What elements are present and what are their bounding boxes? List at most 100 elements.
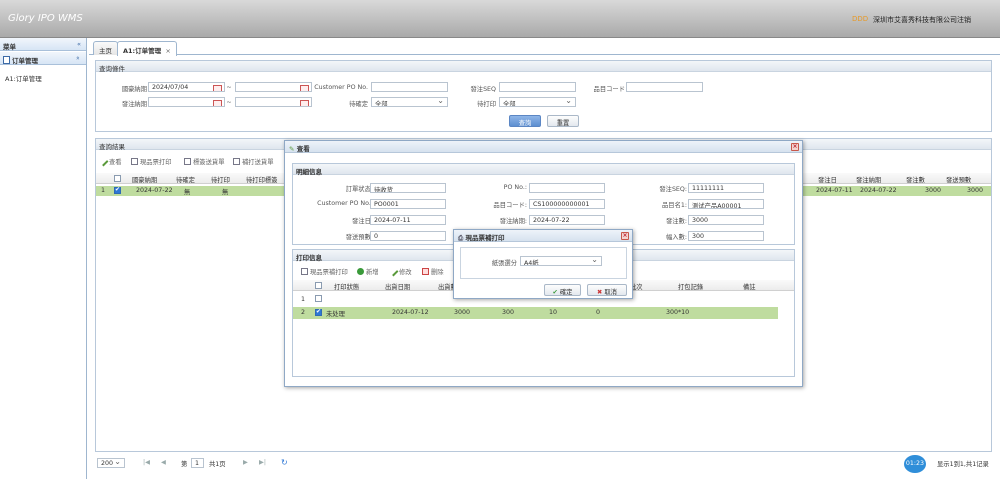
paper-label: 紙張選分 xyxy=(491,260,517,267)
po-no-field[interactable] xyxy=(529,183,605,193)
toolbar-label: 删除 xyxy=(431,269,444,276)
column-header[interactable]: 打印狀態 xyxy=(334,282,359,291)
column-header[interactable]: 發送預數 xyxy=(946,175,971,184)
close-icon[interactable]: × xyxy=(791,143,799,151)
box-qty-field[interactable]: 300 xyxy=(688,231,764,241)
print-tag-button[interactable]: 現品票打印 xyxy=(131,157,171,166)
customer-po-input[interactable] xyxy=(371,82,448,92)
cell-confirm: 無 xyxy=(184,189,191,196)
prev-page-icon[interactable]: ◀ xyxy=(161,459,166,466)
ok-label: 確定 xyxy=(559,289,573,296)
toolbar-label: 標簽送貨單 xyxy=(193,159,225,166)
sidebar: 菜单 « 订单管理 « A1:订单管理 xyxy=(0,38,87,479)
next-page-icon[interactable]: ▶ xyxy=(243,459,248,466)
column-header[interactable]: 國豪納期 xyxy=(132,175,157,184)
select-all-checkbox[interactable] xyxy=(315,282,322,289)
item-code-field[interactable]: CS100000000001 xyxy=(529,199,605,209)
sidebar-header: 菜单 « xyxy=(0,38,86,51)
seq-field[interactable]: 11111111 xyxy=(688,183,764,193)
reset-button[interactable]: 重置 xyxy=(547,115,579,127)
sidebar-group-orders[interactable]: 订单管理 « xyxy=(0,52,86,65)
row-checkbox[interactable] xyxy=(114,186,121,194)
column-header[interactable]: 發注數 xyxy=(906,175,925,184)
item-name-field[interactable]: 测试产品A00001 xyxy=(688,199,764,209)
quantity-field[interactable]: 3000 xyxy=(688,215,764,225)
ship-date-label: 發注納期: xyxy=(499,218,527,225)
order-date-field[interactable]: 2024-07-11 xyxy=(370,215,446,225)
column-header[interactable]: 待確定 xyxy=(176,175,195,184)
view-dialog-title-bar: ✎ 查看 × xyxy=(285,141,802,153)
logout-link[interactable]: 注销 xyxy=(957,15,971,25)
column-header[interactable]: 打包記錄 xyxy=(678,282,703,291)
record-info: 显示1到1,共1记录 xyxy=(937,461,989,468)
table-row[interactable]: 2 未处理 2024-07-12 3000 300 10 0 300*10 xyxy=(293,307,778,319)
tab-bar: 主页 A1:订单管理 × xyxy=(89,38,1000,56)
ship-date-from-input[interactable] xyxy=(148,97,225,107)
print-dialog-title: 現品票補打印 xyxy=(465,234,505,242)
cancel-icon: ✖ xyxy=(597,289,603,296)
tab-home[interactable]: 主页 xyxy=(93,41,118,55)
tab-order-management[interactable]: A1:订单管理 × xyxy=(117,41,177,56)
order-date-from-input[interactable]: 2024/07/04 xyxy=(148,82,225,92)
column-header[interactable]: 待打印 xyxy=(211,175,230,184)
status-field[interactable]: 待收货 xyxy=(370,183,446,193)
pencil-icon: ✎ xyxy=(289,145,295,153)
pencil-icon xyxy=(98,156,109,167)
column-header[interactable]: 備註 xyxy=(743,282,756,291)
last-page-icon[interactable]: ▶| xyxy=(259,459,266,466)
reprint-tag-button[interactable]: 現品票補打印 xyxy=(301,267,348,276)
seq-label: 發注SEQ: xyxy=(659,186,687,193)
page-number-input[interactable]: 1 xyxy=(191,458,204,468)
trash-icon xyxy=(422,268,429,275)
label-delivery-button[interactable]: 標簽送貨單 xyxy=(184,157,224,166)
status-label: 訂單状态: xyxy=(345,186,373,193)
toolbar-label: 補打送貨單 xyxy=(242,159,274,166)
view-button[interactable]: 查看 xyxy=(98,156,122,167)
group-toggle-icon[interactable]: « xyxy=(74,56,82,60)
box-qty-label: 幅入數: xyxy=(665,234,687,241)
printer-icon: ⎙ xyxy=(458,234,464,242)
close-icon[interactable]: × xyxy=(621,232,629,240)
printer-icon xyxy=(131,158,138,165)
customer-po-field[interactable]: PO0001 xyxy=(370,199,446,209)
print-tag-dialog: ⎙ 現品票補打印 × 紙張選分 A4紙 ✔ 確定 ✖ 取消 xyxy=(453,229,633,299)
first-page-icon[interactable]: |◀ xyxy=(143,459,150,466)
reprint-delivery-button[interactable]: 補打送貨單 xyxy=(233,157,273,166)
tab-close-icon[interactable]: × xyxy=(165,47,170,55)
row-checkbox[interactable] xyxy=(315,295,322,302)
order-date-to-input[interactable] xyxy=(235,82,312,92)
cell-send-count: 3000 xyxy=(967,187,984,194)
po-no-label: PO No.: xyxy=(503,184,527,191)
column-header[interactable]: 發注日 xyxy=(818,175,837,184)
page-size-select[interactable]: 200 xyxy=(97,458,125,468)
ship-date-label: 發注納期 xyxy=(121,101,147,108)
pager: 200 |◀ ◀ 第 1 共1页 ▶ ▶| ↻ 显示1到1,共1记录 xyxy=(95,455,992,472)
confirm-select[interactable]: 全部 xyxy=(371,97,448,107)
ship-date-field[interactable]: 2024-07-22 xyxy=(529,215,605,225)
query-panel-title: 查询條件 xyxy=(96,61,991,73)
printer-icon xyxy=(301,268,308,275)
column-header[interactable]: 待打印標簽 xyxy=(246,175,277,184)
add-button[interactable]: 新增 xyxy=(357,267,379,276)
cancel-button[interactable]: ✖ 取消 xyxy=(587,284,627,296)
edit-button[interactable]: 修改 xyxy=(388,266,412,277)
sidebar-item-order-management[interactable]: A1:订单管理 xyxy=(5,73,42,83)
column-header[interactable]: 發注納期 xyxy=(856,175,881,184)
item-code-input[interactable] xyxy=(626,82,703,92)
sidebar-group-label: 订单管理 xyxy=(12,57,38,65)
collapse-sidebar-icon[interactable]: « xyxy=(77,40,81,48)
refresh-icon[interactable]: ↻ xyxy=(281,458,288,467)
paper-select[interactable]: A4紙 xyxy=(520,256,602,266)
column-header[interactable]: 出貨日期 xyxy=(385,282,410,291)
seq-input[interactable] xyxy=(499,82,576,92)
print-select[interactable]: 全部 xyxy=(499,97,576,107)
select-all-checkbox[interactable] xyxy=(114,175,121,182)
send-count-field[interactable]: 0 xyxy=(370,231,446,241)
row-checkbox[interactable] xyxy=(315,308,322,316)
toolbar-label: 修改 xyxy=(399,269,412,276)
ok-button[interactable]: ✔ 確定 xyxy=(544,284,581,296)
delete-button[interactable]: 删除 xyxy=(422,267,444,276)
ship-date-to-input[interactable] xyxy=(235,97,312,107)
search-button[interactable]: 查詢 xyxy=(509,115,541,127)
check-icon: ✔ xyxy=(552,289,558,296)
